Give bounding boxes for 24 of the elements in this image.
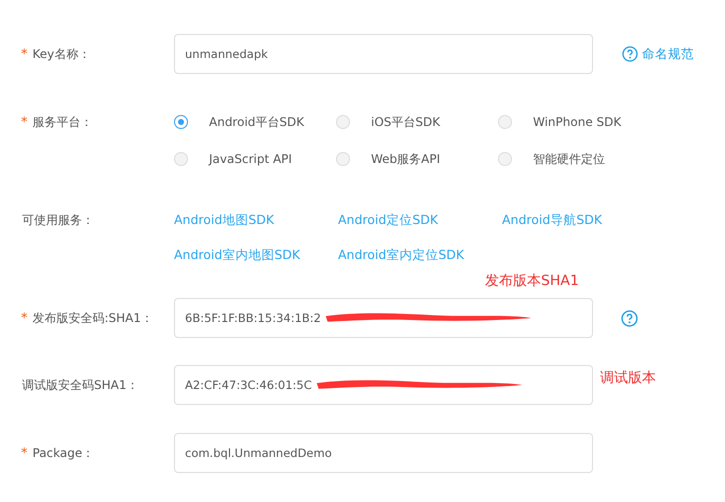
field-label: 可使用服务： — [22, 212, 94, 228]
platform-radio[interactable]: Android平台SDK — [174, 110, 336, 134]
platform-radio[interactable]: WinPhone SDK — [498, 110, 660, 134]
required-mark: * — [21, 46, 28, 62]
help-icon[interactable] — [621, 310, 638, 326]
annotation-text: 调试版本 — [600, 369, 656, 387]
text-field[interactable]: A2:CF:47:3C:46:01:5C — [174, 365, 593, 405]
field-label: 调试版安全码SHA1： — [22, 376, 138, 394]
help-icon — [622, 46, 638, 62]
field-label: 发布版安全码:SHA1： — [32, 310, 154, 326]
platform-radio[interactable]: iOS平台SDK — [336, 110, 498, 134]
required-mark: * — [21, 310, 28, 326]
required-mark: * — [21, 114, 28, 130]
required-mark: * — [21, 446, 28, 460]
annotation-text: 发布版本SHA1 — [485, 272, 579, 290]
text-field[interactable]: com.bql.UnmannedDemo — [174, 433, 593, 473]
platform-radio[interactable]: Web服务API — [336, 147, 498, 171]
text-field[interactable]: unmannedapk — [174, 34, 593, 74]
field-label: 服务平台： — [32, 114, 92, 130]
field-label: Package： — [32, 444, 94, 462]
platform-radio[interactable]: JavaScript API — [174, 147, 336, 171]
platform-radio[interactable]: 智能硬件定位 — [498, 147, 660, 171]
field-label: Key名称： — [32, 46, 90, 62]
text-field[interactable]: 6B:5F:1F:BB:15:34:1B:2 — [174, 298, 593, 338]
